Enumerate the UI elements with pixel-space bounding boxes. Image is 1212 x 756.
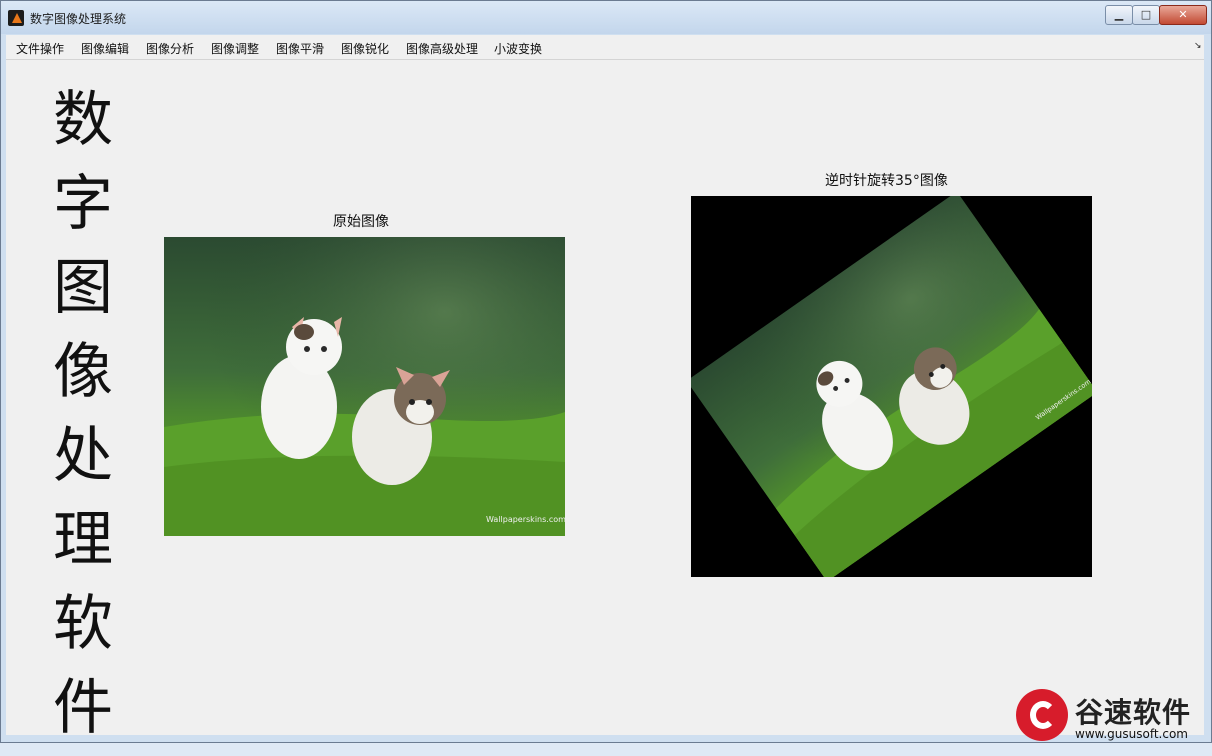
title-char: 数 [53, 85, 113, 155]
figure-canvas: 数 字 图 像 处 理 软 件 原始图像 Wallpaperskins.com … [6, 60, 1204, 743]
title-char: 像 [53, 337, 113, 407]
menu-bar: 文件操作 图像编辑 图像分析 图像调整 图像平滑 图像锐化 图像高级处理 小波变… [6, 35, 1204, 60]
title-char: 处 [53, 421, 113, 491]
rotated-image: Wallpaperskins.com [691, 196, 1092, 577]
title-char: 件 [53, 673, 113, 743]
maximize-button[interactable]: □ [1132, 5, 1160, 25]
window-title: 数字图像处理系统 [30, 12, 127, 26]
close-button[interactable]: ✕ [1159, 5, 1207, 25]
app-window: 数字图像处理系统 ▁ □ ✕ 文件操作 图像编辑 图像分析 图像调整 图像平滑 … [0, 0, 1212, 743]
title-char: 字 [53, 169, 113, 239]
menu-image-analysis[interactable]: 图像分析 [146, 40, 194, 57]
menu-image-sharpen[interactable]: 图像锐化 [341, 40, 389, 57]
menu-image-smooth[interactable]: 图像平滑 [276, 40, 324, 57]
menu-image-edit[interactable]: 图像编辑 [81, 40, 129, 57]
kittens-photo-rotated: Wallpaperskins.com [691, 196, 1092, 577]
original-image-title: 原始图像 [333, 214, 389, 230]
rotated-image-title: 逆时针旋转35°图像 [825, 173, 948, 189]
title-char: 软 [53, 589, 113, 659]
minimize-button[interactable]: ▁ [1105, 5, 1133, 25]
vertical-title: 数 字 图 像 处 理 软 件 [53, 84, 123, 756]
svg-text:Wallpaperskins.com: Wallpaperskins.com [486, 515, 565, 524]
menu-overflow-icon[interactable]: ↘ [1194, 41, 1202, 51]
kittens-photo: Wallpaperskins.com [164, 237, 565, 536]
menu-wavelet-transform[interactable]: 小波变换 [494, 40, 542, 57]
title-char: 理 [53, 505, 113, 575]
menu-image-adjust[interactable]: 图像调整 [211, 40, 259, 57]
menu-advanced-processing[interactable]: 图像高级处理 [406, 40, 478, 57]
matlab-icon [8, 10, 24, 26]
original-image: Wallpaperskins.com [164, 237, 565, 536]
title-bar[interactable]: 数字图像处理系统 ▁ □ ✕ [1, 1, 1211, 34]
rotated-photo-content: Wallpaperskins.com [691, 196, 1092, 577]
title-char: 图 [53, 253, 113, 323]
gususoft-logo-icon [1016, 689, 1068, 741]
menu-file[interactable]: 文件操作 [16, 40, 64, 57]
watermark-brand: 谷速软件 [1075, 696, 1192, 729]
watermark-url: www.gususoft.com [1075, 727, 1188, 741]
